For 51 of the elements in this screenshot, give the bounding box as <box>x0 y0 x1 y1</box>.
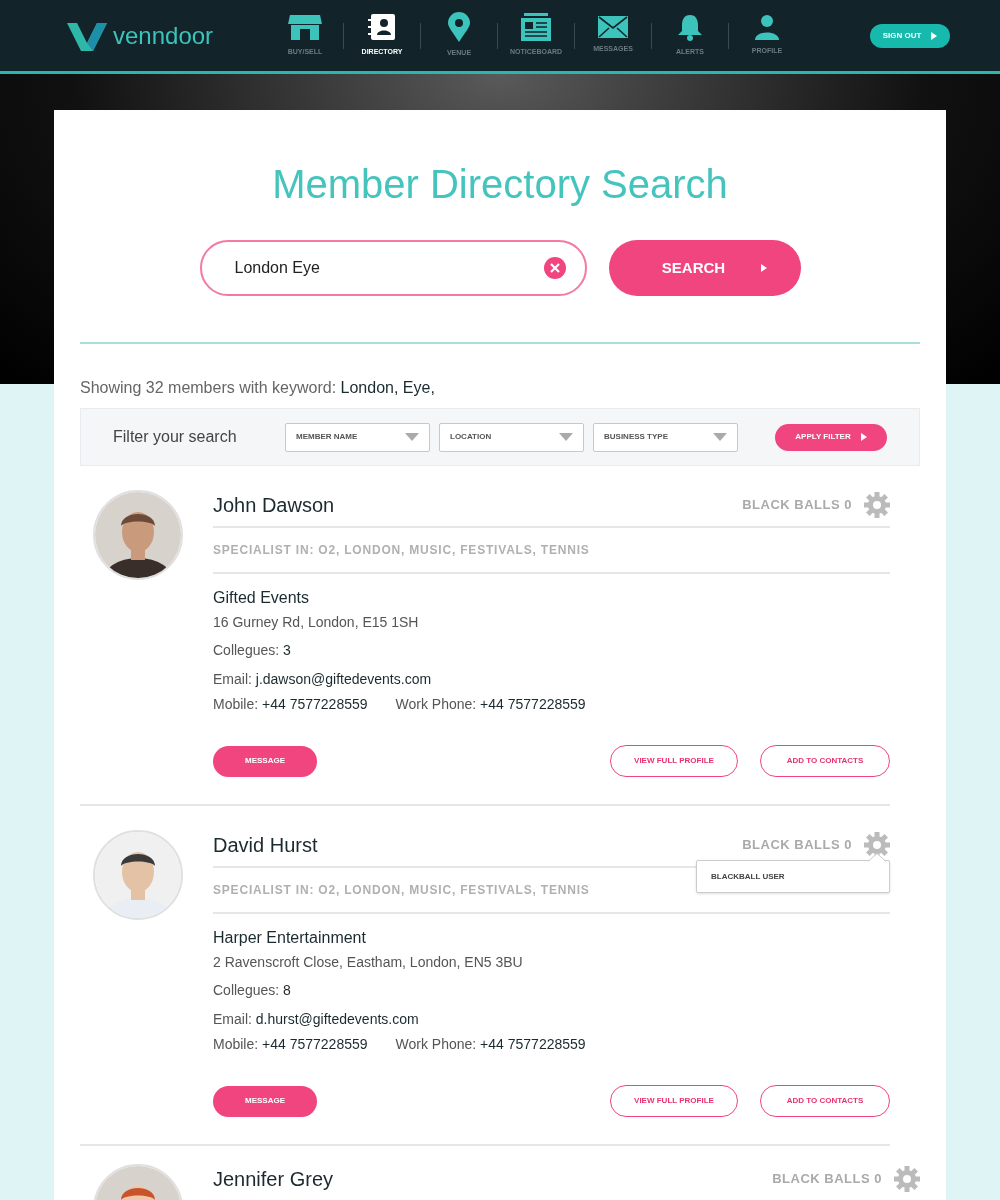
filter-dropdown[interactable]: MEMBER NAME <box>285 422 430 452</box>
member-name: David Hurst <box>213 833 318 858</box>
apply-filter-button[interactable]: APPLY FILTER <box>775 423 887 451</box>
filter-label: Filter your search <box>113 427 238 447</box>
caret-icon <box>761 264 768 272</box>
results-summary: Showing 32 members with keyword: London, Eye, <box>80 378 436 398</box>
contact-detail: Work Phone: +44 7577228559 <box>395 695 586 714</box>
person-icon <box>755 14 779 41</box>
address-text: 16 Gurney Rd, London, E15 1SH <box>213 613 420 632</box>
company-name: Gifted Events <box>213 588 311 608</box>
bell-icon <box>676 13 704 42</box>
contact-detail: Email: j.dawson@giftedevents.com <box>213 670 433 689</box>
member-name: Jennifer Grey <box>213 1167 334 1192</box>
dropdown-arrow-icon <box>559 433 573 441</box>
filter-dropdown[interactable]: LOCATION <box>439 422 584 452</box>
member-name: John Dawson <box>213 493 335 518</box>
specialist-tags: SPECIALIST IN: O2, LONDON, MUSIC, FESTIVALS, TENNIS <box>213 528 890 574</box>
map-pin-icon <box>448 12 470 43</box>
caret-icon <box>860 433 867 441</box>
sign-out-button[interactable]: SIGN OUT <box>870 23 950 48</box>
caret-icon <box>931 31 938 40</box>
dropdown-arrow-icon <box>713 433 727 441</box>
search-button[interactable]: SEARCH <box>608 240 801 296</box>
ball-count-label: BLACK BALLS 0 <box>742 496 852 515</box>
contact-detail: Collegues: 8 <box>213 981 292 1000</box>
notice-board-icon <box>521 13 551 42</box>
message-button[interactable]: MESSAGE <box>213 745 317 777</box>
contact-detail: Mobile: +44 7577228559 <box>213 1035 368 1054</box>
company-name: Harper Entertainment <box>213 928 367 948</box>
settings-icon[interactable] <box>894 1166 920 1192</box>
contact-detail: Collegues: 3 <box>213 641 292 660</box>
contact-detail: Work Phone: +44 7577228559 <box>395 1035 586 1054</box>
ball-count-label: BLACK BALLS 0 <box>742 836 852 855</box>
ball-count-label: BLACK BALLS 0 <box>772 1170 882 1189</box>
clear-icon[interactable] <box>543 257 566 279</box>
message-button[interactable]: MESSAGE <box>213 1085 317 1117</box>
dropdown-arrow-icon <box>405 433 419 441</box>
contact-detail: Email: d.hurst@giftedevents.com <box>213 1010 420 1029</box>
search-field[interactable]: London Eye <box>199 240 587 296</box>
address-book-icon <box>367 13 397 42</box>
envelope-icon <box>598 16 628 39</box>
settings-icon[interactable] <box>864 832 890 858</box>
settings-icon[interactable] <box>864 492 890 518</box>
logo-text[interactable]: venndoor <box>113 17 214 54</box>
page-title: Member Directory Search <box>271 161 729 208</box>
contact-detail: Mobile: +44 7577228559 <box>213 695 368 714</box>
logo-icon <box>67 20 107 51</box>
menu-item[interactable]: BLACKBALL USER <box>711 870 875 883</box>
storefront-icon <box>288 13 322 42</box>
address-text: 2 Ravenscroft Close, Eastham, London, EN5 3BU <box>213 953 524 972</box>
filter-dropdown[interactable]: BUSINESS TYPE <box>593 422 738 452</box>
